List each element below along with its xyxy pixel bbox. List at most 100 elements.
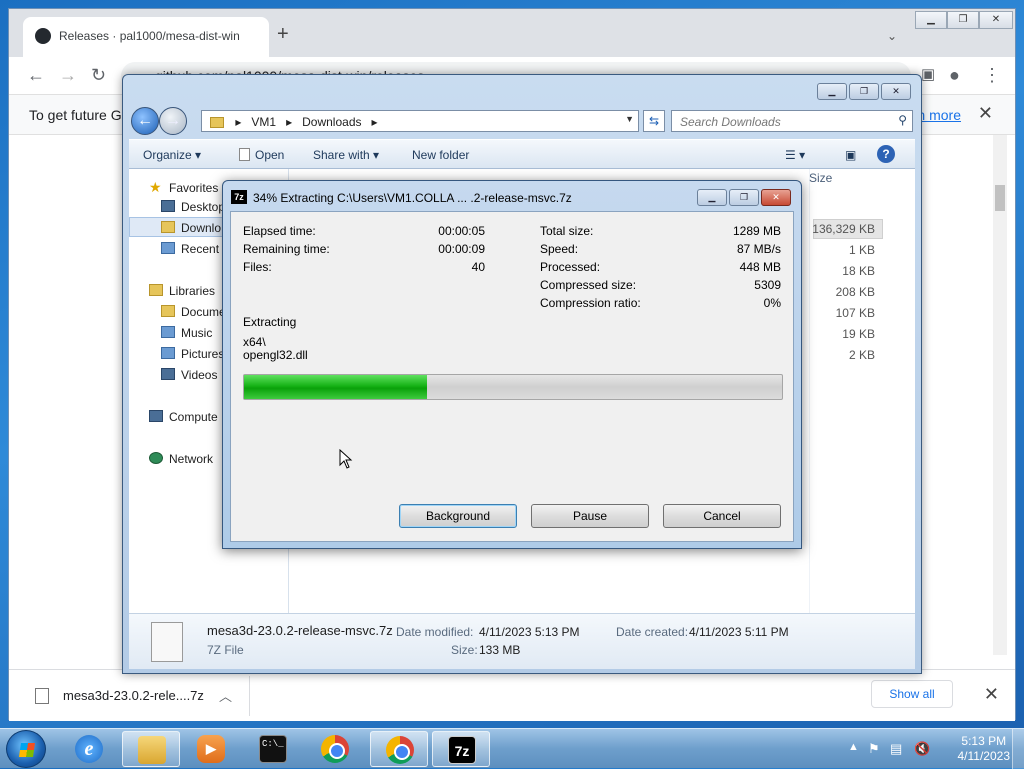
scrollbar-thumb[interactable] xyxy=(995,185,1005,211)
taskbar-media-player[interactable]: ▶ xyxy=(182,731,240,767)
reload-icon[interactable]: ↻ xyxy=(91,65,106,86)
nav-pictures[interactable]: Pictures xyxy=(161,347,224,361)
file-icon xyxy=(35,688,49,704)
download-bar: mesa3d-23.0.2-rele....7z ︿ Show all ✕ xyxy=(9,669,1015,721)
share-with-button[interactable]: Share with ▾ xyxy=(313,148,379,162)
back-icon[interactable]: ← xyxy=(27,65,45,86)
desktop-icon xyxy=(161,200,175,212)
side-panel-icon[interactable]: ▣ xyxy=(921,65,935,83)
action-center-flag-icon[interactable]: ⚑ xyxy=(868,741,880,757)
search-icon: ⚲ xyxy=(898,113,907,127)
page-scrollbar[interactable] xyxy=(993,135,1007,655)
nav-videos[interactable]: Videos xyxy=(161,368,217,382)
command-prompt-icon: C:\_ xyxy=(259,735,287,763)
menu-icon[interactable]: ⋮ xyxy=(983,65,1001,86)
details-filename: mesa3d-23.0.2-release-msvc.7z xyxy=(207,623,393,638)
nav-desktop[interactable]: Desktop xyxy=(161,200,225,214)
nav-network[interactable]: Network xyxy=(149,452,213,466)
folder-icon xyxy=(161,221,175,233)
network-icon[interactable]: ▤ xyxy=(890,741,902,757)
minimize-button[interactable]: ▁ xyxy=(817,83,847,100)
file-icon xyxy=(151,622,183,662)
taskbar-chrome[interactable] xyxy=(306,731,364,767)
taskbar-internet-explorer[interactable]: e xyxy=(60,731,118,767)
maximize-button[interactable]: ❐ xyxy=(947,11,979,29)
nav-computer[interactable]: Compute xyxy=(149,410,218,424)
new-tab-icon[interactable]: + xyxy=(277,23,289,46)
pause-button[interactable]: Pause xyxy=(531,504,649,528)
speed-value: 87 MB/s xyxy=(736,242,781,256)
taskbar-chrome-active[interactable] xyxy=(370,731,428,767)
taskbar-command-prompt[interactable]: C:\_ xyxy=(244,731,302,767)
recent-places-icon xyxy=(161,242,175,254)
cancel-button[interactable]: Cancel xyxy=(663,504,781,528)
chevron-down-icon[interactable]: ⌄ xyxy=(887,29,897,43)
forward-button[interactable]: → xyxy=(159,107,187,135)
chevron-up-icon[interactable]: ︿ xyxy=(219,686,232,705)
search-input[interactable]: Search Downloads ⚲ xyxy=(671,110,913,132)
close-icon[interactable]: ✕ xyxy=(978,103,993,124)
start-button[interactable] xyxy=(6,730,46,768)
show-desktop-button[interactable] xyxy=(1012,729,1024,769)
breadcrumb-vm1[interactable]: VM1 xyxy=(251,115,276,129)
details-modified-value: 4/11/2023 5:13 PM xyxy=(479,625,580,639)
learn-more-link[interactable]: n more xyxy=(917,107,961,123)
music-icon xyxy=(161,326,175,338)
nav-downloads[interactable]: Downlo xyxy=(161,221,221,235)
compressed-size-label: Compressed size: xyxy=(540,278,637,292)
clock[interactable]: 5:13 PM 4/11/2023 xyxy=(958,734,1011,764)
nav-music[interactable]: Music xyxy=(161,326,212,340)
minimize-button[interactable]: ▁ xyxy=(915,11,947,29)
size-column-header[interactable]: Size xyxy=(809,171,832,185)
maximize-button[interactable]: ❐ xyxy=(729,189,759,206)
close-button[interactable]: ✕ xyxy=(761,189,791,206)
minimize-button[interactable]: ▁ xyxy=(697,189,727,206)
forward-icon[interactable]: → xyxy=(59,65,77,86)
taskbar-windows-explorer[interactable] xyxy=(122,731,180,767)
file-size: 19 KB xyxy=(842,327,875,341)
close-button[interactable]: ✕ xyxy=(881,83,911,100)
nav-favorites[interactable]: ★ Favorites xyxy=(149,179,218,196)
address-bar[interactable]: ▸ VM1 ▸ Downloads ▸ ▼ xyxy=(201,110,639,132)
show-hidden-icons-icon[interactable]: ▲ xyxy=(848,741,859,753)
show-all-button[interactable]: Show all xyxy=(871,680,953,708)
infobar-message: To get future Go xyxy=(29,107,130,123)
files-label: Files: xyxy=(243,260,272,274)
nav-documents[interactable]: Docume xyxy=(161,305,226,319)
back-button[interactable]: ← xyxy=(131,107,159,135)
seven-zip-icon: 7z xyxy=(448,736,476,764)
new-folder-button[interactable]: New folder xyxy=(412,148,469,162)
folder-icon xyxy=(138,736,166,764)
file-size: 107 KB xyxy=(835,306,875,320)
network-icon xyxy=(149,452,163,464)
volume-muted-icon[interactable]: 🔇 xyxy=(914,741,930,757)
profile-icon[interactable]: ● xyxy=(949,65,960,86)
view-options-icon[interactable]: ☰ ▾ xyxy=(785,148,805,162)
pictures-icon xyxy=(161,347,175,359)
taskbar-7zip[interactable]: 7z xyxy=(432,731,490,767)
preview-pane-icon[interactable]: ▣ xyxy=(845,148,856,162)
files-value: 40 xyxy=(471,260,485,274)
command-bar: Organize ▾ Open Share with ▾ New folder … xyxy=(129,139,915,169)
github-icon xyxy=(35,28,51,44)
open-button[interactable]: Open xyxy=(239,148,284,162)
help-icon[interactable]: ? xyxy=(877,145,895,163)
navigation-bar: ← → ▸ VM1 ▸ Downloads ▸ ▼ ⇆ Search Downl… xyxy=(123,105,921,137)
current-directory: x64\ xyxy=(243,335,266,349)
chrome-icon xyxy=(321,735,349,763)
breadcrumb-downloads[interactable]: Downloads xyxy=(302,115,361,129)
refresh-icon[interactable]: ⇆ xyxy=(643,110,665,132)
library-icon xyxy=(149,284,163,296)
nav-recent[interactable]: Recent I xyxy=(161,242,226,256)
chevron-down-icon[interactable]: ▼ xyxy=(625,114,634,124)
tab-releases[interactable]: Releases · pal1000/mesa-dist-win xyxy=(23,17,269,57)
close-button[interactable]: ✕ xyxy=(979,11,1013,29)
close-icon[interactable]: ✕ xyxy=(984,684,999,705)
download-item-name[interactable]: mesa3d-23.0.2-rele....7z xyxy=(63,688,204,703)
maximize-button[interactable]: ❐ xyxy=(849,83,879,100)
organize-button[interactable]: Organize ▾ xyxy=(143,148,201,162)
nav-libraries[interactable]: Libraries xyxy=(149,284,215,298)
clock-date: 4/11/2023 xyxy=(957,749,1011,763)
clock-time: 5:13 PM xyxy=(961,734,1007,748)
background-button[interactable]: Background xyxy=(399,504,517,528)
